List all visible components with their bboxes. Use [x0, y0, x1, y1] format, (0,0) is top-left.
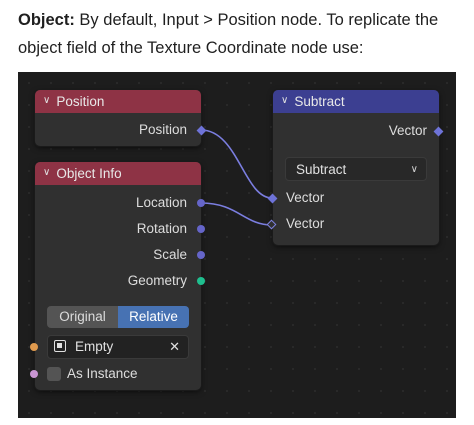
vector-input-label-1: Vector [286, 190, 325, 205]
close-icon[interactable]: ✕ [169, 336, 180, 358]
chevron-down-icon[interactable]: ∨ [43, 162, 50, 184]
as-instance-label: As Instance [67, 366, 138, 381]
position-node-header[interactable]: ∨ Position [35, 90, 201, 113]
caption-body: By default, Input > Position node. To re… [18, 11, 439, 57]
chevron-down-icon[interactable]: ∨ [43, 90, 50, 112]
object-field[interactable]: Empty ✕ [47, 335, 189, 359]
position-node-title: Position [56, 94, 105, 109]
scale-output-label: Scale [153, 247, 187, 262]
link-location-to-vector [200, 202, 273, 226]
subtract-node-header[interactable]: ∨ Subtract [273, 90, 439, 113]
transform-space-toggle[interactable]: Original Relative [47, 306, 189, 328]
geometry-output-label: Geometry [127, 273, 187, 288]
chevron-down-icon[interactable]: ∨ [281, 90, 288, 112]
location-output-socket[interactable] [197, 199, 205, 207]
object-square-icon [54, 340, 66, 352]
object-info-node[interactable]: ∨ Object Info Location Rotation Scale Ge… [35, 162, 201, 390]
object-field-value: Empty [75, 339, 114, 354]
rotation-output-socket[interactable] [197, 225, 205, 233]
location-output-label: Location [135, 195, 187, 210]
position-node[interactable]: ∨ Position Position [35, 90, 201, 146]
subtract-output-label: Vector [388, 123, 427, 138]
relative-option[interactable]: Relative [118, 306, 189, 328]
operation-value: Subtract [296, 162, 347, 177]
as-instance-input-socket[interactable] [30, 370, 38, 378]
object-info-header[interactable]: ∨ Object Info [35, 162, 201, 185]
node-editor[interactable]: ∨ Position Position ∨ Object Info Locati… [18, 72, 456, 418]
vector-input-label-2: Vector [286, 216, 325, 231]
link-position-to-vector [200, 129, 273, 199]
object-input-socket[interactable] [30, 343, 38, 351]
object-info-title: Object Info [56, 166, 122, 181]
original-option[interactable]: Original [47, 306, 118, 328]
caption-bold: Object: [18, 11, 75, 29]
operation-dropdown[interactable]: Subtract ∨ [285, 157, 427, 181]
position-output-label: Position [138, 122, 187, 137]
as-instance-checkbox[interactable] [47, 367, 61, 381]
subtract-node[interactable]: ∨ Subtract Vector Subtract ∨ Vector Vect… [273, 90, 439, 245]
scale-output-socket[interactable] [197, 251, 205, 259]
geometry-output-socket[interactable] [197, 277, 205, 285]
chevron-down-icon: ∨ [410, 164, 418, 175]
subtract-node-title: Subtract [294, 94, 345, 109]
rotation-output-label: Rotation [136, 221, 187, 236]
caption-text: Object: By default, Input > Position nod… [18, 6, 464, 62]
